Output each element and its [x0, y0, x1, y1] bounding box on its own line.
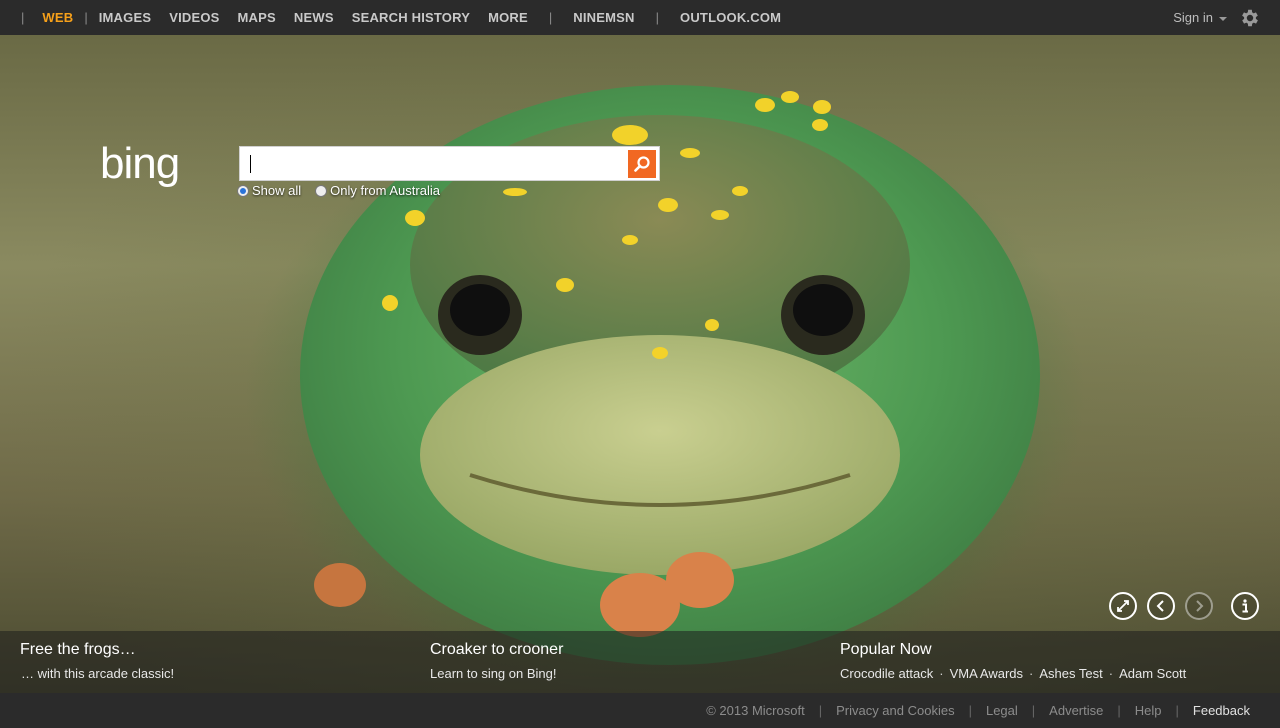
previous-image-button[interactable] — [1147, 592, 1175, 620]
footer-link-legal[interactable]: Legal — [986, 703, 1018, 718]
bing-logo-text: bing — [100, 142, 179, 188]
popular-link[interactable]: Crocodile attack — [840, 666, 933, 681]
popular-now-title[interactable]: Popular Now — [840, 641, 1186, 659]
caption-left-title[interactable]: Free the frogs… — [20, 641, 174, 659]
copyright: © 2013 Microsoft — [706, 703, 805, 718]
info-button[interactable] — [1231, 592, 1259, 620]
nav-web[interactable]: WEB — [33, 10, 82, 25]
scope-australia-label: Only from Australia — [330, 183, 440, 198]
search-scope: Show all Only from Australia — [237, 183, 454, 198]
search-icon — [634, 156, 650, 172]
frog-illustration — [300, 85, 1040, 665]
scope-show-all-label: Show all — [252, 183, 302, 198]
scope-show-all[interactable]: Show all — [237, 183, 301, 198]
info-icon — [1242, 599, 1248, 613]
footer-separator: | — [968, 703, 972, 718]
footer-separator: | — [1031, 703, 1036, 718]
footer-link-advertise[interactable]: Advertise — [1049, 703, 1103, 718]
fullscreen-button[interactable] — [1109, 592, 1137, 620]
nav-separator: | — [84, 10, 88, 25]
nav-news[interactable]: NEWS — [285, 10, 343, 25]
caption-middle-title[interactable]: Croaker to crooner — [430, 641, 563, 659]
nav-search-history[interactable]: SEARCH HISTORY — [343, 10, 479, 25]
caption-middle: Croaker to crooner Learn to sing on Bing… — [430, 641, 563, 681]
nav-separator: | — [21, 10, 25, 25]
nav-videos[interactable]: VIDEOS — [160, 10, 228, 25]
text-cursor — [250, 155, 251, 173]
image-controls — [1109, 592, 1259, 620]
search-button[interactable] — [628, 150, 656, 178]
nav-outlook[interactable]: OUTLOOK.COM — [671, 10, 790, 25]
bing-logo: bing — [100, 142, 180, 188]
caption-left: Free the frogs… … with this arcade class… — [20, 641, 174, 681]
chevron-down-icon — [1219, 16, 1227, 21]
footer-separator: | — [1175, 703, 1179, 718]
popular-link[interactable]: VMA Awards — [950, 666, 1023, 681]
fullscreen-icon — [1117, 600, 1129, 612]
radio-unselected[interactable] — [315, 184, 328, 197]
next-image-button[interactable] — [1185, 592, 1213, 620]
feedback-link[interactable]: Feedback — [1193, 703, 1250, 718]
popular-links: Crocodile attack · VMA Awards · Ashes Te… — [840, 666, 1186, 681]
footer-link-privacy[interactable]: Privacy and Cookies — [836, 703, 955, 718]
popular-now: Popular Now Crocodile attack · VMA Award… — [840, 641, 1186, 681]
background-image — [0, 35, 1280, 693]
previous-icon — [1156, 600, 1164, 612]
footer-separator: | — [1117, 703, 1121, 718]
footer-separator: | — [818, 703, 823, 718]
caption-middle-sub[interactable]: Learn to sing on Bing! — [430, 666, 563, 681]
link-separator: · — [1029, 666, 1034, 681]
scope-nav: | WEB | IMAGES VIDEOS MAPS NEWS SEARCH H… — [0, 0, 790, 35]
footer-link-help[interactable]: Help — [1135, 703, 1162, 718]
link-separator: · — [1108, 666, 1114, 681]
footer: © 2013 Microsoft | Privacy and Cookies |… — [0, 693, 1280, 728]
search-input[interactable] — [248, 152, 618, 176]
gear-icon[interactable] — [1239, 7, 1261, 29]
popular-link[interactable]: Adam Scott — [1119, 666, 1186, 681]
nav-separator: | — [655, 10, 660, 25]
top-navigation-bar: | WEB | IMAGES VIDEOS MAPS NEWS SEARCH H… — [0, 0, 1280, 35]
scope-australia[interactable]: Only from Australia — [315, 183, 440, 198]
sign-in-label: Sign in — [1173, 10, 1213, 25]
radio-selected[interactable] — [237, 184, 249, 197]
nav-separator: | — [548, 10, 553, 25]
hotspot-captions: Free the frogs… … with this arcade class… — [0, 631, 1280, 693]
nav-ninemsn[interactable]: NINEMSN — [564, 10, 643, 25]
account-area: Sign in — [1173, 0, 1280, 35]
caption-left-sub[interactable]: … with this arcade classic! — [20, 666, 174, 681]
sign-in-button[interactable]: Sign in — [1173, 10, 1227, 25]
link-separator: · — [939, 666, 944, 681]
nav-images[interactable]: IMAGES — [90, 10, 160, 25]
next-icon — [1196, 600, 1204, 612]
nav-maps[interactable]: MAPS — [229, 10, 285, 25]
search-box — [239, 146, 660, 181]
popular-link[interactable]: Ashes Test — [1039, 666, 1102, 681]
nav-more[interactable]: MORE — [479, 10, 537, 25]
